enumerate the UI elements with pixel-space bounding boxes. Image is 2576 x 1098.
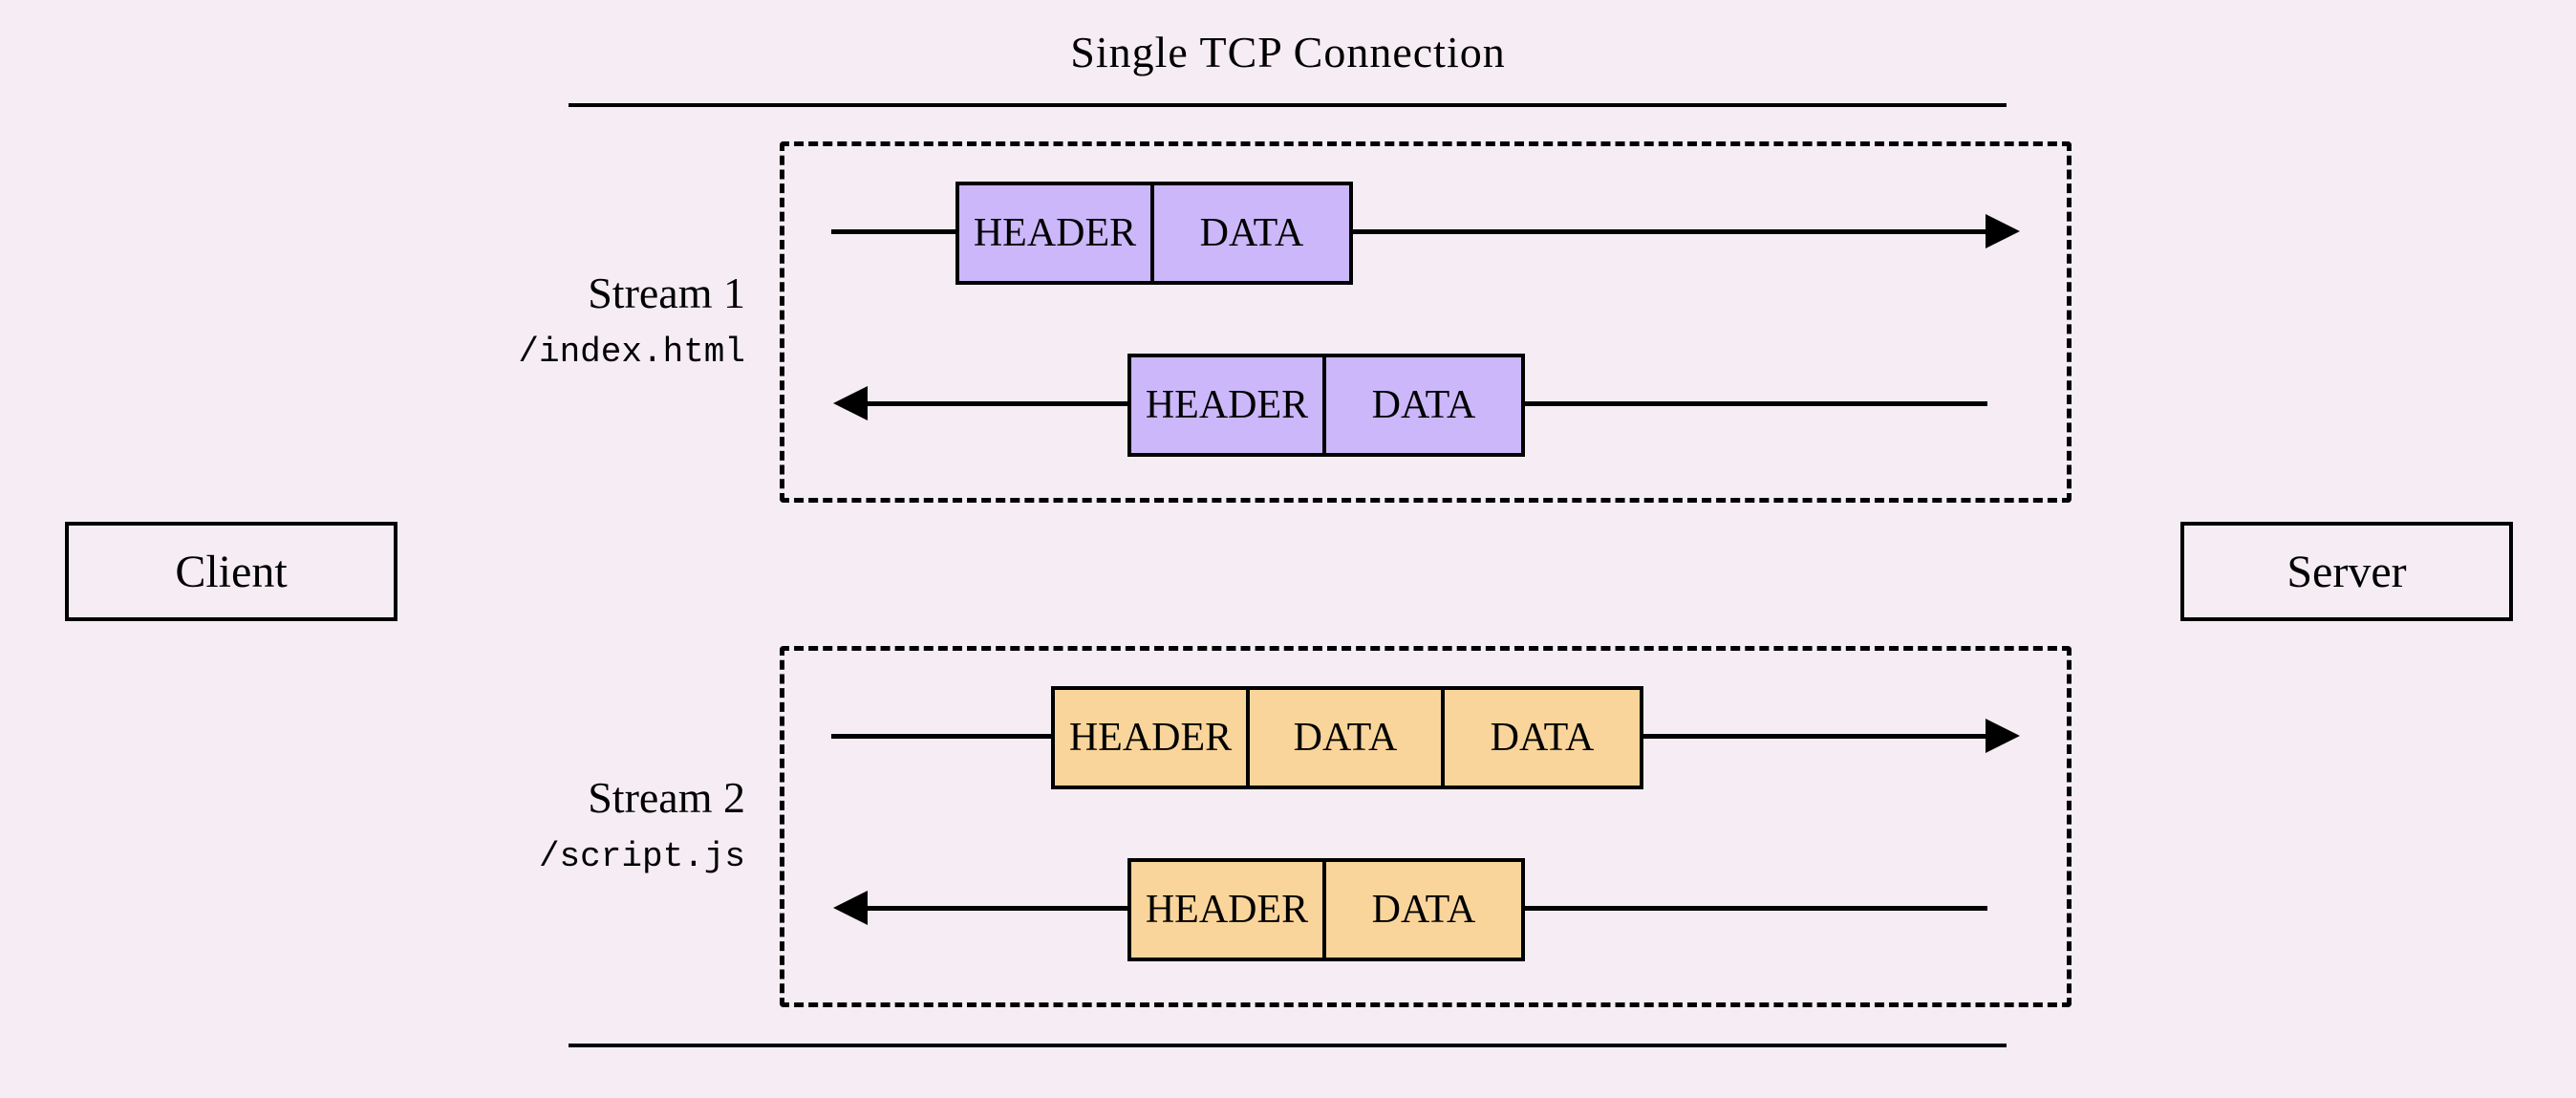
frame-data: DATA: [1250, 690, 1445, 786]
stream-1-request-frames: HEADER DATA: [955, 182, 1353, 285]
stream-2-name: Stream 2: [497, 772, 745, 823]
frame-data: DATA: [1154, 185, 1349, 281]
stream-1-resource: /index.html: [497, 333, 745, 372]
client-label: Client: [175, 546, 287, 598]
frame-header: HEADER: [959, 185, 1154, 281]
stream-2-request-arrowhead-icon: [1986, 719, 2020, 753]
frame-data: DATA: [1326, 357, 1521, 453]
diagram-canvas: Single TCP Connection Client Server Stre…: [0, 0, 2576, 1098]
stream-2-response-arrowhead-icon: [833, 891, 868, 925]
stream-2-request-frames: HEADER DATA DATA: [1051, 686, 1643, 789]
frame-data: DATA: [1326, 862, 1521, 958]
frame-header: HEADER: [1131, 357, 1326, 453]
diagram-title: Single TCP Connection: [0, 27, 2576, 77]
stream-1-name: Stream 1: [497, 268, 745, 318]
stream-1-response-arrowhead-icon: [833, 386, 868, 420]
frame-data: DATA: [1445, 690, 1640, 786]
stream-2-resource: /script.js: [497, 837, 745, 876]
tcp-bottom-line: [569, 1044, 2007, 1047]
stream-1-response-frames: HEADER DATA: [1127, 354, 1525, 457]
stream-1-request-arrowhead-icon: [1986, 214, 2020, 248]
frame-header: HEADER: [1055, 690, 1250, 786]
server-label: Server: [2286, 546, 2406, 598]
frame-header: HEADER: [1131, 862, 1326, 958]
tcp-top-line: [569, 103, 2007, 107]
stream-2-response-frames: HEADER DATA: [1127, 858, 1525, 961]
client-node: Client: [65, 522, 397, 621]
server-node: Server: [2180, 522, 2513, 621]
